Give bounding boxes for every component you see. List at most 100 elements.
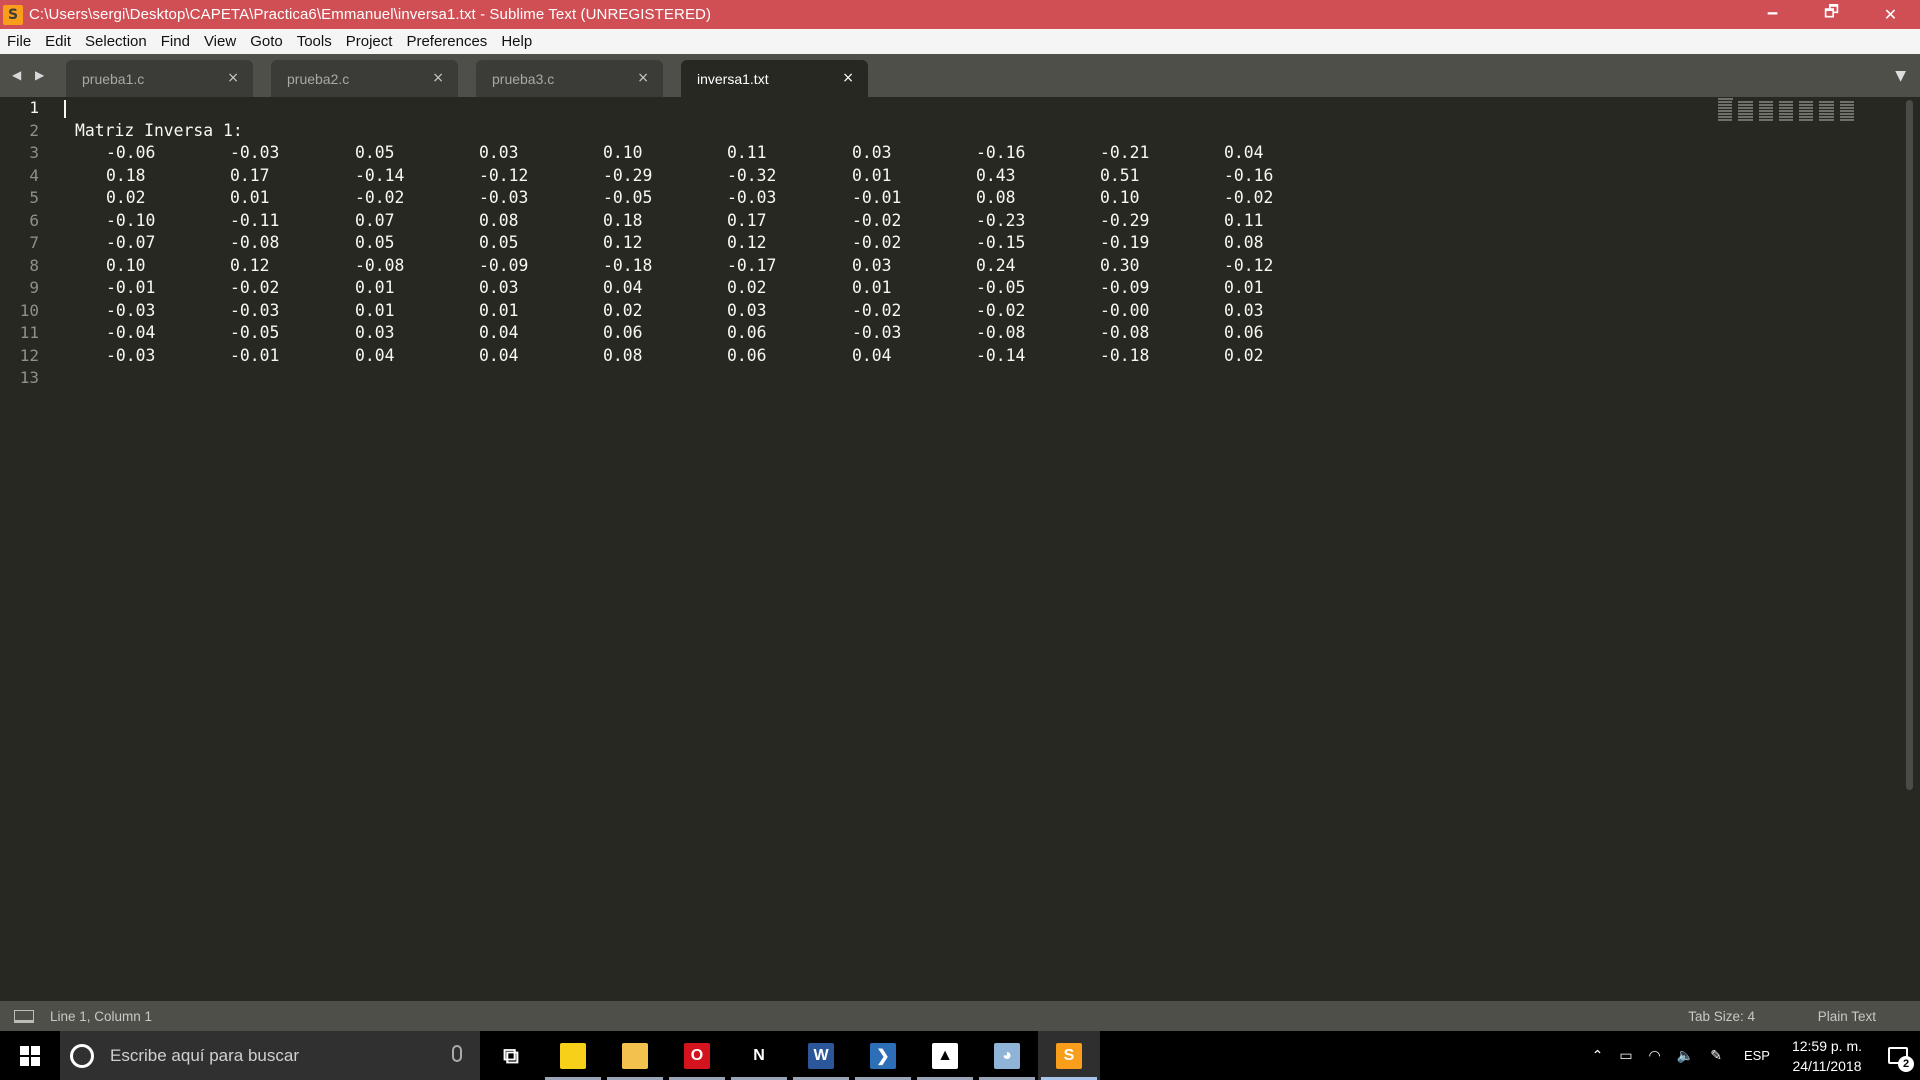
matrix-cell: -0.17 (727, 255, 777, 275)
matrix-cell: 0.01 (479, 300, 519, 320)
menu-selection[interactable]: Selection (78, 33, 154, 50)
wifi-icon[interactable]: ◠ (1649, 1048, 1661, 1064)
tab-label: prueba2.c (287, 70, 350, 87)
matrix-cell: 0.04 (852, 345, 892, 365)
menu-goto[interactable]: Goto (243, 33, 290, 50)
matrix-cell: 0.01 (852, 278, 892, 297)
sticky-notes-taskbar-button[interactable] (542, 1031, 604, 1080)
minimap[interactable] (1718, 98, 1854, 128)
photos-icon: ▲ (932, 1042, 958, 1069)
file-explorer-icon (622, 1042, 648, 1069)
matrix-cell: -0.02 (355, 188, 405, 207)
matrix-cell: -0.07 (106, 233, 156, 252)
microphone-icon[interactable] (452, 1045, 462, 1062)
minimap-line (1718, 98, 1854, 100)
tab-prueba2[interactable]: prueba2.c × (271, 60, 458, 97)
matrix-row: -0.01 -0.02 0.01 0.03 0.04 0.02 0.01 -0.05 -0.09… (75, 277, 1263, 300)
menu-help[interactable]: Help (494, 33, 539, 50)
start-button[interactable] (0, 1031, 60, 1080)
tab-prueba1[interactable]: prueba1.c × (66, 60, 253, 97)
opera-icon: O (684, 1042, 710, 1069)
minimap-line (1718, 119, 1854, 121)
menu-preferences[interactable]: Preferences (399, 33, 494, 50)
restore-button[interactable]: 🗗 (1802, 0, 1861, 29)
matrix-cell: -0.06 (106, 143, 156, 162)
line-number: 8 (29, 255, 39, 275)
close-tab-icon[interactable]: × (637, 70, 649, 86)
vertical-scrollbar[interactable] (1906, 100, 1913, 790)
tab-prueba3[interactable]: prueba3.c × (476, 60, 663, 97)
menu-edit[interactable]: Edit (38, 33, 78, 50)
matrix-cell: -0.02 (230, 278, 280, 297)
line-number: 2 (29, 120, 39, 140)
matrix-cell: -0.29 (1100, 210, 1150, 230)
matrix-cell: 0.24 (976, 255, 1016, 275)
close-button[interactable]: ✕ (1861, 0, 1920, 29)
paint-taskbar-button[interactable]: ◕ (976, 1031, 1038, 1080)
minimap-line (1718, 104, 1854, 106)
menu-project[interactable]: Project (339, 33, 400, 50)
matrix-cell: -0.14 (355, 165, 405, 185)
search-box[interactable]: Escribe aquí para buscar (60, 1031, 480, 1080)
tab-inversa1[interactable]: inversa1.txt × (681, 60, 868, 97)
close-tab-icon[interactable]: × (432, 70, 444, 86)
search-placeholder: Escribe aquí para buscar (110, 1045, 299, 1065)
matrix-cell: -0.32 (727, 165, 777, 185)
line-number: 13 (19, 368, 39, 387)
tab-label: prueba1.c (82, 70, 145, 87)
matrix-cell: 0.01 (230, 188, 270, 207)
matrix-cell: 0.03 (852, 255, 892, 275)
action-center-button[interactable]: 2 (1876, 1031, 1920, 1080)
window-controls: 🗕 🗗 ✕ (1743, 0, 1920, 29)
matrix-cell: 0.01 (852, 165, 892, 185)
pen-icon[interactable]: ✎ (1710, 1048, 1722, 1064)
word-taskbar-button[interactable]: W (790, 1031, 852, 1080)
matrix-cell: -0.02 (852, 233, 902, 252)
cortana-icon (70, 1043, 94, 1068)
panel-toggle-icon[interactable] (14, 1009, 34, 1023)
clock[interactable]: 12:59 p. m. 24/11/2018 (1792, 1036, 1862, 1076)
tab-dropdown-icon[interactable]: ▼ (1895, 68, 1906, 84)
menu-find[interactable]: Find (154, 33, 197, 50)
menu-view[interactable]: View (197, 33, 243, 50)
matrix-cell: -0.05 (230, 323, 280, 342)
code-area[interactable]: Matriz Inversa 1: -0.06 -0.03 0.05 0.03 0.10 0… (75, 97, 1273, 367)
matrix-cell: 0.07 (355, 210, 395, 230)
syntax-selector[interactable]: Plain Text (1818, 1009, 1876, 1024)
menu-file[interactable]: File (0, 33, 38, 50)
close-tab-icon[interactable]: × (842, 70, 854, 86)
sublime-text-taskbar-button[interactable]: S (1038, 1031, 1100, 1080)
show-hidden-icons-icon[interactable]: ⌃ (1592, 1048, 1604, 1064)
netflix-taskbar-button[interactable]: N (728, 1031, 790, 1080)
clock-time: 12:59 p. m. (1791, 1037, 1862, 1054)
input-language[interactable]: ESP (1744, 1048, 1770, 1063)
minimize-button[interactable]: 🗕 (1743, 0, 1802, 29)
tab-nav-arrows-icon[interactable]: ◀ ▶ (12, 68, 49, 82)
matrix-cell: -0.01 (230, 345, 280, 365)
matrix-cell: 0.17 (727, 210, 767, 230)
opera-taskbar-button[interactable]: O (666, 1031, 728, 1080)
minimap-line (1718, 113, 1854, 115)
cursor-position: Line 1, Column 1 (50, 1008, 153, 1024)
paint-icon: ◕ (994, 1042, 1020, 1069)
taskbar-apps: ⧉ O N W ❯ ▲ ◕ S (480, 1031, 1100, 1080)
menu-tools[interactable]: Tools (290, 33, 339, 50)
netflix-icon: N (746, 1042, 772, 1069)
volume-icon[interactable]: 🔈 (1677, 1048, 1694, 1064)
matrix-cell: 0.11 (727, 143, 767, 162)
editor[interactable]: 1 2 3 4 5 6 7 8 9 10 11 12 13 Matriz Inversa 1: -0.06… (0, 97, 1920, 1001)
matrix-cell: -0.18 (1100, 345, 1150, 365)
close-tab-icon[interactable]: × (227, 70, 239, 86)
matrix-cell: 0.06 (1224, 323, 1264, 342)
photos-taskbar-button[interactable]: ▲ (914, 1031, 976, 1080)
file-explorer-taskbar-button[interactable] (604, 1031, 666, 1080)
matrix-cell: -0.18 (603, 255, 653, 275)
powershell-taskbar-button[interactable]: ❯ (852, 1031, 914, 1080)
task-view-taskbar-button[interactable]: ⧉ (480, 1031, 542, 1080)
clock-date: 24/11/2018 (1792, 1057, 1862, 1074)
system-tray: ⌃ ▭ ◠ 🔈 ✎ ESP 12:59 p. m. 24/11/2018 2 (1584, 1031, 1920, 1080)
line-number: 12 (19, 345, 39, 365)
tab-size[interactable]: Tab Size: 4 (1688, 1009, 1755, 1024)
tab-bar: ◀ ▶ prueba1.c × prueba2.c × prueba3.c × … (0, 54, 1920, 97)
battery-icon[interactable]: ▭ (1619, 1048, 1632, 1064)
